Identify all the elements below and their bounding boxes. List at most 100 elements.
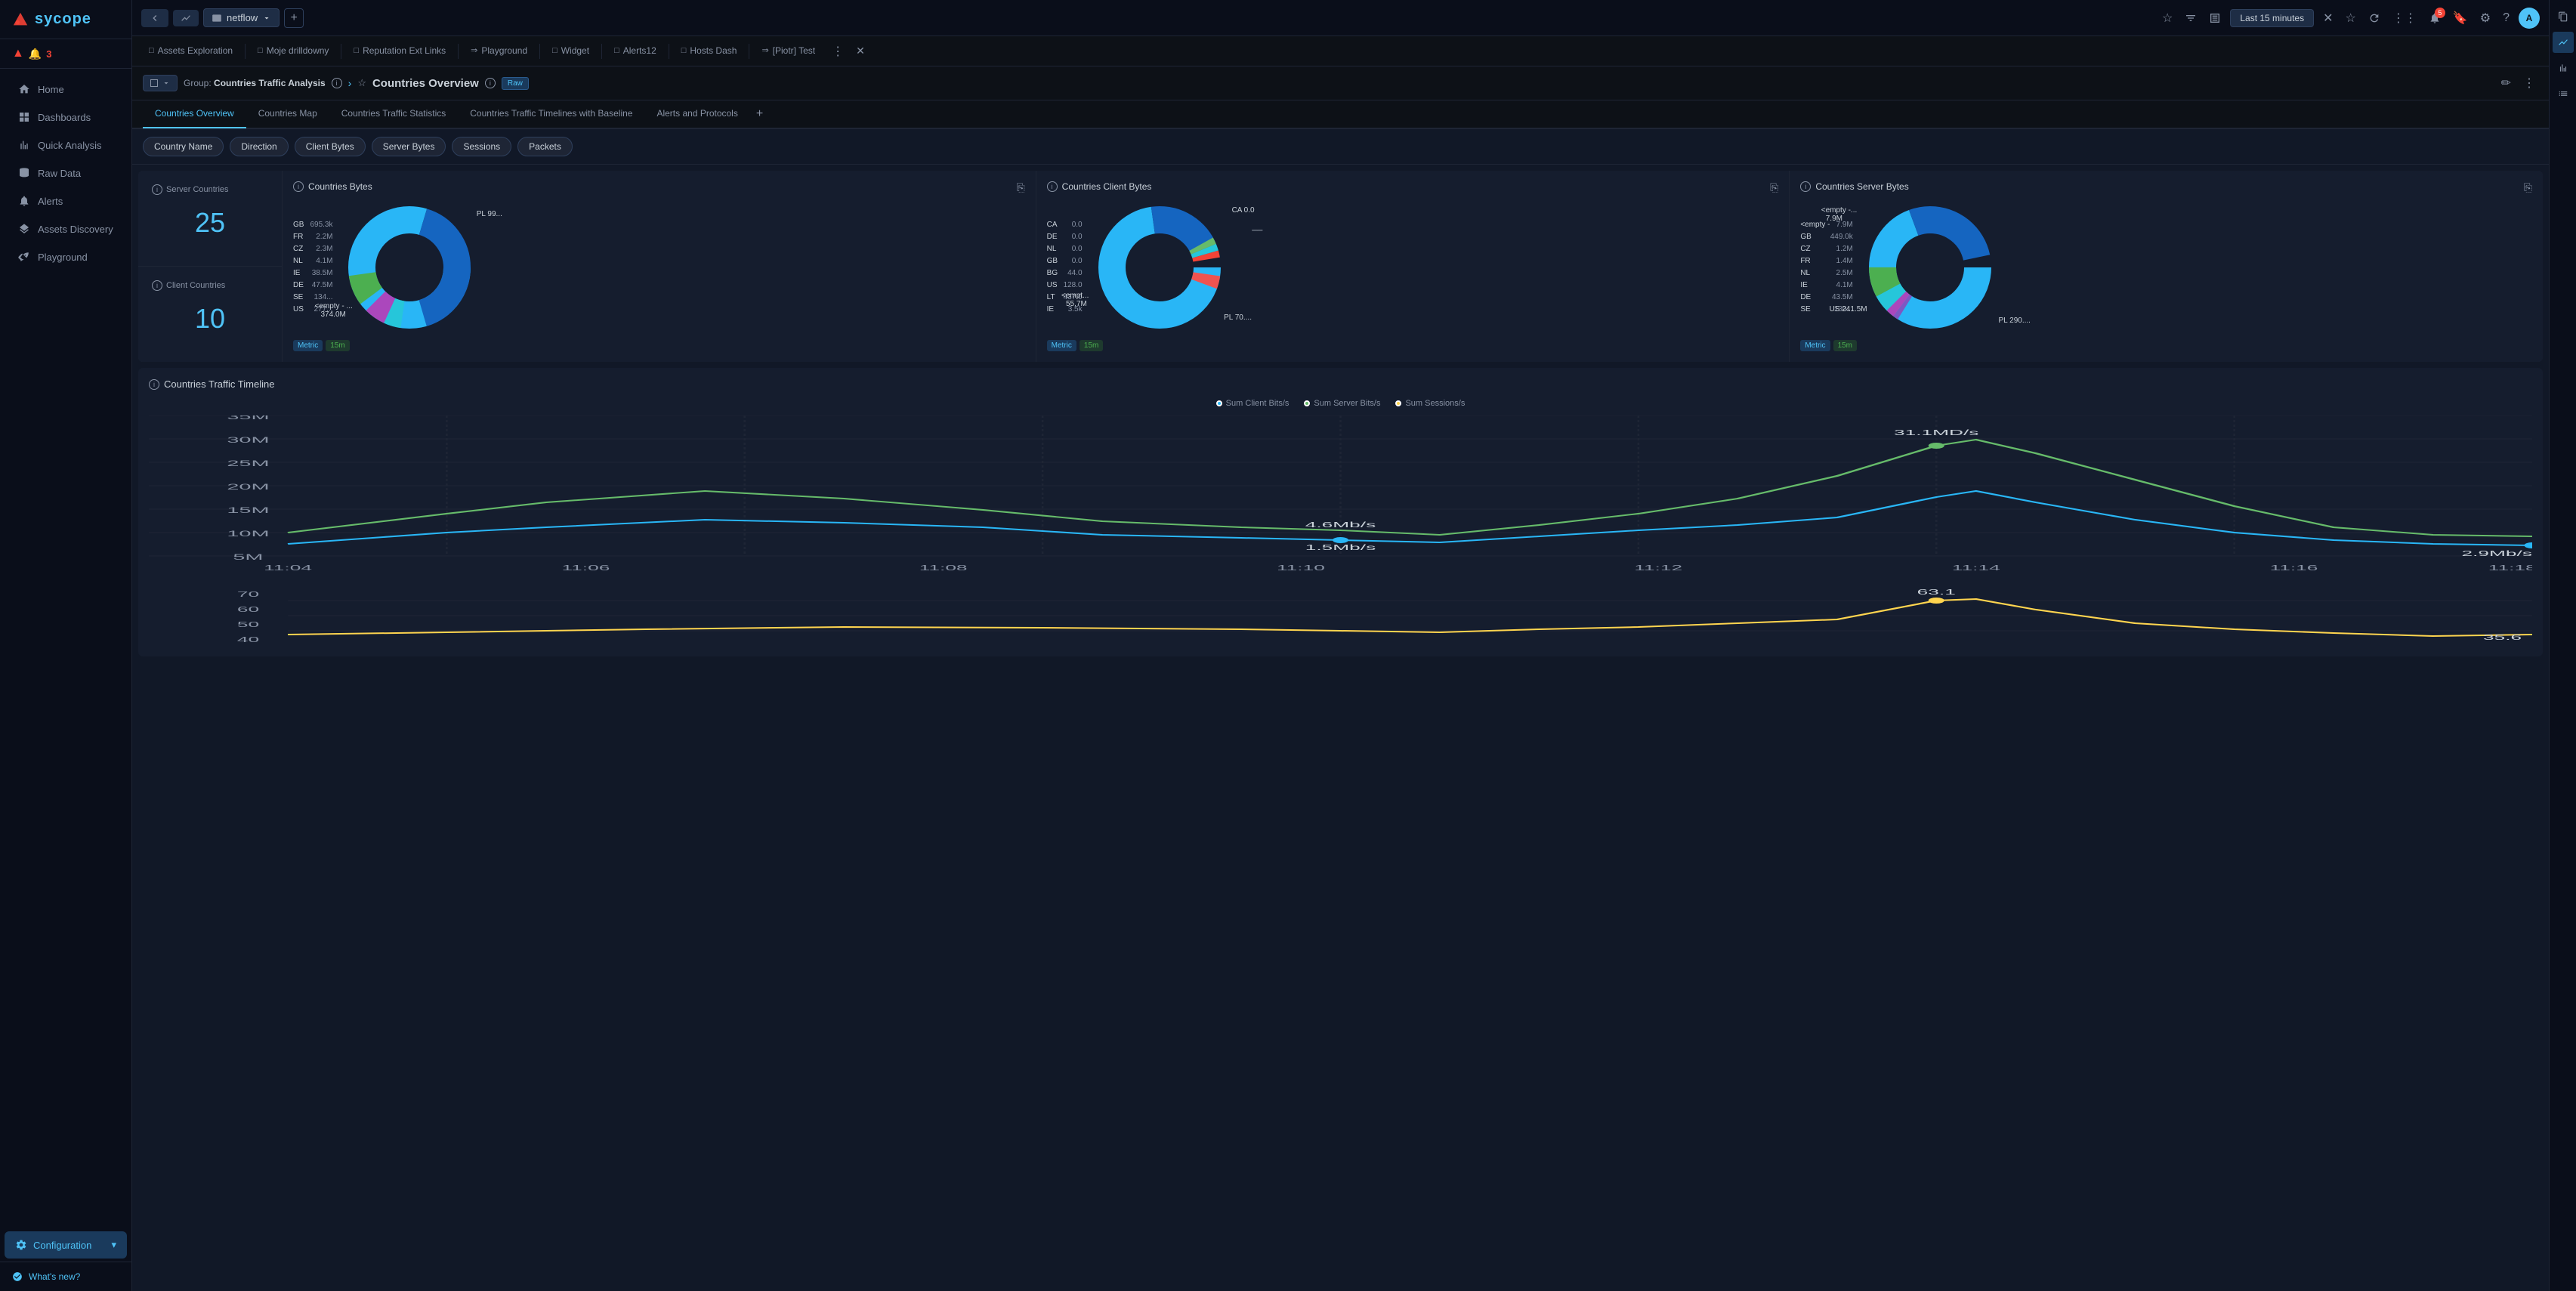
group-info-icon[interactable]: i [332,78,342,88]
tab-moje-drilldowny[interactable]: □ Moje drilldowny [247,36,339,66]
sub-tab-alerts-protocols[interactable]: Alerts and Protocols [644,100,749,128]
source-selector[interactable]: netflow [203,8,280,27]
sidebar-item-playground[interactable]: Playground [5,243,127,270]
empty-server-label: <empty -...7.9M [1821,206,1858,223]
tab-piotr-test[interactable]: ⇒ [Piotr] Test [751,36,826,66]
group-name: Countries Traffic Analysis [214,78,326,88]
tab-reputation[interactable]: □ Reputation Ext Links [343,36,456,66]
config-chevron: ▾ [111,1239,116,1251]
tab-icon-rep: □ [354,46,359,55]
close-time-button[interactable]: ✕ [2320,8,2336,29]
configuration-button[interactable]: Configuration ▾ [5,1231,127,1259]
legend-fr-value: 2.2M [316,231,332,243]
x-label-1114: 11:14 [1952,564,2000,572]
filter-country-name[interactable]: Country Name [143,137,224,156]
add-sub-tab-button[interactable]: + [750,107,769,121]
annotation-31-1: 31.1MD/s [1894,428,1979,437]
legend-sessions-label: Sum Sessions/s [1405,399,1465,408]
bytes-copy-icon[interactable]: ⎘ [1016,181,1024,194]
timeline-info-icon[interactable]: i [149,379,159,390]
annotation-1-5: 1.5Mb/s [1305,543,1376,551]
server-bytes-donut: <empty -...7.9M PL 290.... US 241.5M [1862,199,1998,335]
bytes-donut-svg [341,199,477,335]
right-panel-bar-btn[interactable] [2553,57,2574,79]
copy-icon [2558,11,2568,22]
legend-cz-label: CZ [293,243,303,255]
star-button[interactable]: ☆ [2159,8,2176,29]
table-icon [2209,12,2221,24]
bookmark-button[interactable]: 🔖 [2450,8,2471,29]
filter-row: Country Name Direction Client Bytes Serv… [132,129,2549,165]
notifications-button[interactable]: 5 [2426,9,2444,27]
sub-tab-traffic-stats[interactable]: Countries Traffic Statistics [329,100,459,128]
client-bytes-copy-icon[interactable]: ⎘ [1770,181,1778,194]
sub-tab-label-1: Countries Map [258,108,317,119]
time-range-selector[interactable]: Last 15 minutes [2230,9,2314,27]
legend-client-bits: Sum Client Bits/s [1216,399,1290,408]
sidebar-item-alerts[interactable]: Alerts [5,187,127,215]
sidebar-item-assets-discovery[interactable]: Assets Discovery [5,215,127,242]
breadcrumb-star[interactable]: ☆ [357,77,366,89]
sidebar-item-raw-data[interactable]: Raw Data [5,159,127,187]
tab-hosts-dash[interactable]: □ Hosts Dash [671,36,748,66]
sub-tab-label-2: Countries Traffic Statistics [341,108,446,119]
sidebar-item-quick-analysis-label: Quick Analysis [38,140,102,151]
filter-button[interactable] [2182,9,2200,27]
alert-count: 3 [46,48,51,60]
right-panel-chart-btn[interactable] [2553,32,2574,53]
settings-button[interactable]: ⚙ [2477,8,2494,29]
tab-alerts12[interactable]: □ Alerts12 [604,36,667,66]
page-info-icon[interactable]: i [485,78,496,88]
back-icon [149,12,161,24]
more-button[interactable]: ⋮ [2520,73,2538,94]
filter-packets[interactable]: Packets [517,137,573,156]
tab-icon-moje: □ [258,46,263,55]
tab-icon-widget: □ [552,46,558,55]
client-bytes-info-icon[interactable]: i [1047,181,1058,192]
chart-button[interactable] [173,10,199,26]
countries-client-bytes-chart: i Countries Client Bytes ⎘ CA0.0 DE0.0 N… [1036,171,1790,362]
logo-area: sycope [0,0,131,39]
sub-tab-label-4: Alerts and Protocols [656,108,737,119]
right-panel-list-btn[interactable] [2553,83,2574,104]
tab-sep-3 [458,44,459,59]
group-selector[interactable] [143,75,178,91]
sub-tab-countries-map[interactable]: Countries Map [246,100,329,128]
tab-playground[interactable]: ⇒ Playground [460,36,538,66]
help-button[interactable]: ? [2500,8,2513,28]
tab-assets-exploration[interactable]: □ Assets Exploration [138,36,243,66]
refresh-button[interactable] [2365,9,2383,27]
client-countries-card: i Client Countries 10 [138,267,282,362]
tab-bar: □ Assets Exploration □ Moje drilldowny □… [132,36,2549,66]
add-tab-button[interactable]: + [284,8,304,28]
filter-icon [2185,12,2197,24]
right-panel-copy-btn[interactable] [2553,6,2574,27]
tab-close-button[interactable]: ✕ [853,45,868,57]
filter-server-bytes[interactable]: Server Bytes [372,137,446,156]
server-info-icon[interactable]: i [152,184,162,195]
sidebar-item-home[interactable]: Home [5,76,127,103]
whats-new-button[interactable]: What's new? [12,1271,119,1282]
apps-button[interactable]: ⋮⋮ [2389,8,2420,29]
bytes-info-icon[interactable]: i [293,181,304,192]
server-bytes-copy-icon[interactable]: ⎘ [2524,181,2532,194]
sidebar-item-dashboards[interactable]: Dashboards [5,103,127,131]
tab-more-button[interactable]: ⋮ [826,44,850,59]
back-button[interactable] [141,9,168,27]
filter-client-bytes[interactable]: Client Bytes [295,137,366,156]
bookmark-time-button[interactable]: ☆ [2342,8,2358,29]
legend-server-label: Sum Server Bits/s [1314,399,1380,408]
sidebar-item-quick-analysis[interactable]: Quick Analysis [5,131,127,159]
pl-server-label: PL 290.... [1999,317,2031,325]
client-info-icon[interactable]: i [152,280,162,291]
filter-direction[interactable]: Direction [230,137,288,156]
table-button[interactable] [2206,9,2224,27]
user-avatar[interactable]: A [2519,8,2540,29]
filter-sessions[interactable]: Sessions [452,137,511,156]
sub-tab-traffic-timelines[interactable]: Countries Traffic Timelines with Baselin… [458,100,644,128]
whats-new-icon [12,1271,23,1282]
tab-widget[interactable]: □ Widget [542,36,600,66]
server-bytes-info-icon[interactable]: i [1800,181,1811,192]
sub-tab-countries-overview[interactable]: Countries Overview [143,100,246,128]
edit-button[interactable]: ✏ [2498,73,2514,94]
